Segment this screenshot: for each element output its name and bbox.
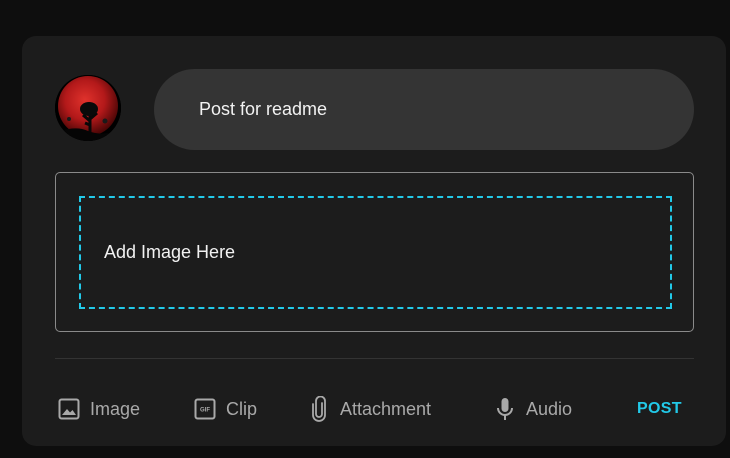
post-composer-card: Post for readme Add Image Here Image GIF bbox=[22, 36, 726, 446]
image-drop-zone[interactable]: Add Image Here bbox=[79, 196, 672, 309]
image-button[interactable]: Image bbox=[56, 392, 140, 426]
clip-button[interactable]: GIF Clip bbox=[192, 392, 257, 426]
divider bbox=[55, 358, 694, 359]
audio-button-label: Audio bbox=[526, 398, 573, 419]
svg-text:GIF: GIF bbox=[200, 408, 210, 414]
image-button-label: Image bbox=[90, 398, 141, 419]
clip-button-label: Clip bbox=[226, 398, 258, 419]
gif-icon: GIF bbox=[192, 396, 218, 422]
audio-button[interactable]: Audio bbox=[492, 392, 572, 426]
image-upload-area: Add Image Here bbox=[55, 172, 694, 332]
microphone-icon bbox=[492, 396, 518, 422]
avatar-image bbox=[55, 75, 121, 141]
post-button[interactable]: POST bbox=[637, 392, 682, 426]
post-text-input[interactable]: Post for readme bbox=[154, 69, 694, 150]
post-text-value: Post for readme bbox=[199, 99, 328, 119]
image-icon bbox=[56, 396, 82, 422]
attachment-button-label: Attachment bbox=[340, 398, 432, 419]
drop-zone-label: Add Image Here bbox=[104, 242, 236, 262]
paperclip-icon bbox=[306, 396, 332, 422]
avatar[interactable] bbox=[55, 75, 121, 141]
attachment-button[interactable]: Attachment bbox=[306, 392, 431, 426]
composer-actions: Image GIF Clip Attachment Audio POST bbox=[22, 392, 726, 426]
